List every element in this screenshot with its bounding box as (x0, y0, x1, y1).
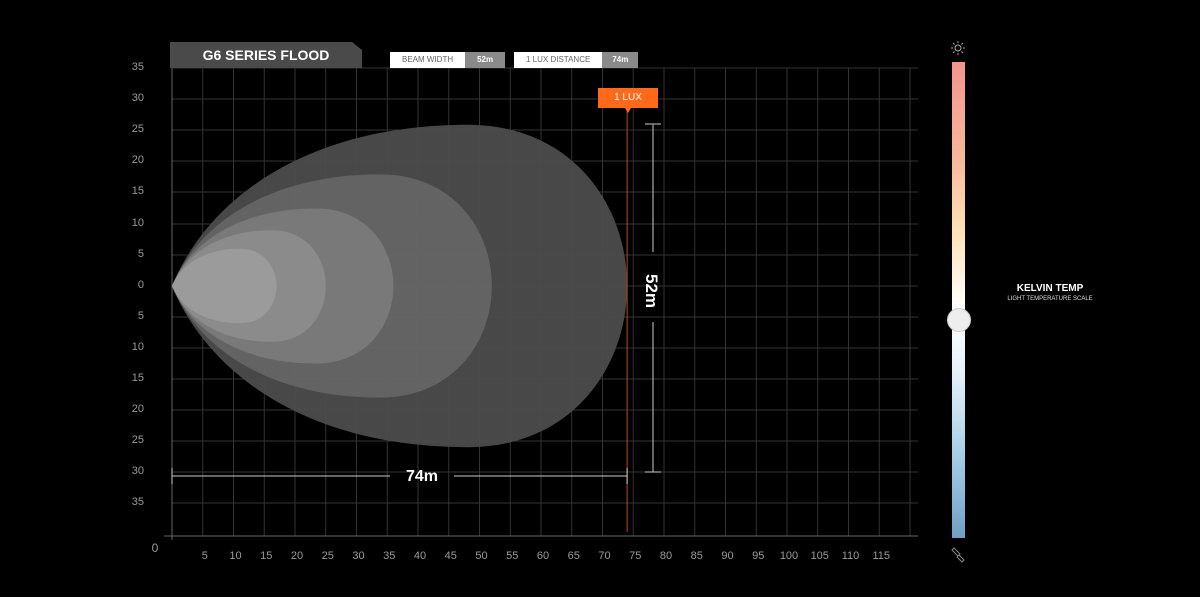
flashlight-icon (951, 547, 965, 563)
x-tick-label: 70 (598, 550, 611, 562)
x-tick-label: 20 (290, 550, 304, 562)
x-tick-label: 50 (475, 550, 488, 562)
x-tick-label: 30 (352, 550, 365, 562)
x-tick-label: 105 (810, 550, 829, 562)
x-tick-label: 65 (567, 550, 580, 562)
sun-icon (951, 41, 965, 55)
x-tick-label: 95 (752, 550, 765, 562)
x-tick-label: 55 (506, 550, 519, 562)
kelvin-title: KELVIN TEMP (1016, 283, 1084, 294)
kelvin-subtitle: LIGHT TEMPERATURE SCALE (1007, 296, 1093, 302)
kelvin-scale-bar[interactable] (952, 62, 965, 538)
x-tick-label: 115 (872, 550, 891, 562)
x-tick-label: 35 (383, 550, 396, 562)
y-tick-label: 10 (131, 341, 144, 353)
y-tick-label: 20 (131, 154, 144, 166)
beam-width-value: 52m (465, 52, 506, 68)
x-tick-label: 80 (659, 550, 673, 562)
x-tick-label: 60 (536, 550, 550, 562)
beam-width-spec: BEAM WIDTH 52m (390, 52, 506, 68)
y-tick-label: 5 (137, 248, 144, 260)
beam-width-annotation: 52m (642, 274, 661, 308)
x-tick-label: 15 (260, 550, 273, 562)
y-tick-label: 10 (131, 217, 144, 229)
beam-width-label: BEAM WIDTH (390, 52, 466, 68)
series-title-tab: G6 SERIES FLOOD (170, 42, 362, 68)
x-tick-label: 85 (690, 550, 703, 562)
x-tick-label: 10 (229, 550, 242, 562)
y-tick-label: 15 (131, 185, 144, 197)
x-tick-label: 45 (444, 550, 457, 562)
x-origin-label: 0 (151, 541, 159, 555)
kelvin-slider-knob[interactable] (947, 308, 971, 332)
y-tick-label: 35 (131, 61, 144, 73)
x-tick-label: 100 (779, 550, 799, 562)
y-tick-label: 30 (131, 92, 144, 104)
y-tick-label: 15 (131, 372, 144, 384)
x-tick-label: 25 (321, 550, 334, 562)
x-tick-label: 75 (629, 550, 642, 562)
lux-distance-value: 74m (602, 52, 639, 68)
lux-distance-label: 1 LUX DISTANCE (514, 52, 603, 68)
y-tick-label: 35 (131, 496, 144, 508)
y-tick-label: 25 (131, 123, 144, 135)
x-tick-label: 90 (721, 550, 734, 562)
lux-marker: 1 LUX (598, 88, 658, 113)
y-tick-label: 0 (137, 279, 144, 291)
series-title: G6 SERIES FLOOD (202, 47, 330, 63)
x-tick-label: 5 (201, 550, 208, 562)
y-tick-label: 25 (131, 434, 144, 446)
y-tick-label: 20 (131, 403, 144, 415)
beam-contours (172, 124, 628, 448)
x-tick-label: 40 (413, 550, 427, 562)
y-tick-label: 30 (131, 465, 144, 477)
y-tick-label: 5 (137, 310, 144, 322)
lux-distance-spec: 1 LUX DISTANCE 74m (514, 52, 639, 68)
x-tick-label: 110 (841, 550, 860, 562)
distance-annotation: 74m (406, 468, 438, 485)
